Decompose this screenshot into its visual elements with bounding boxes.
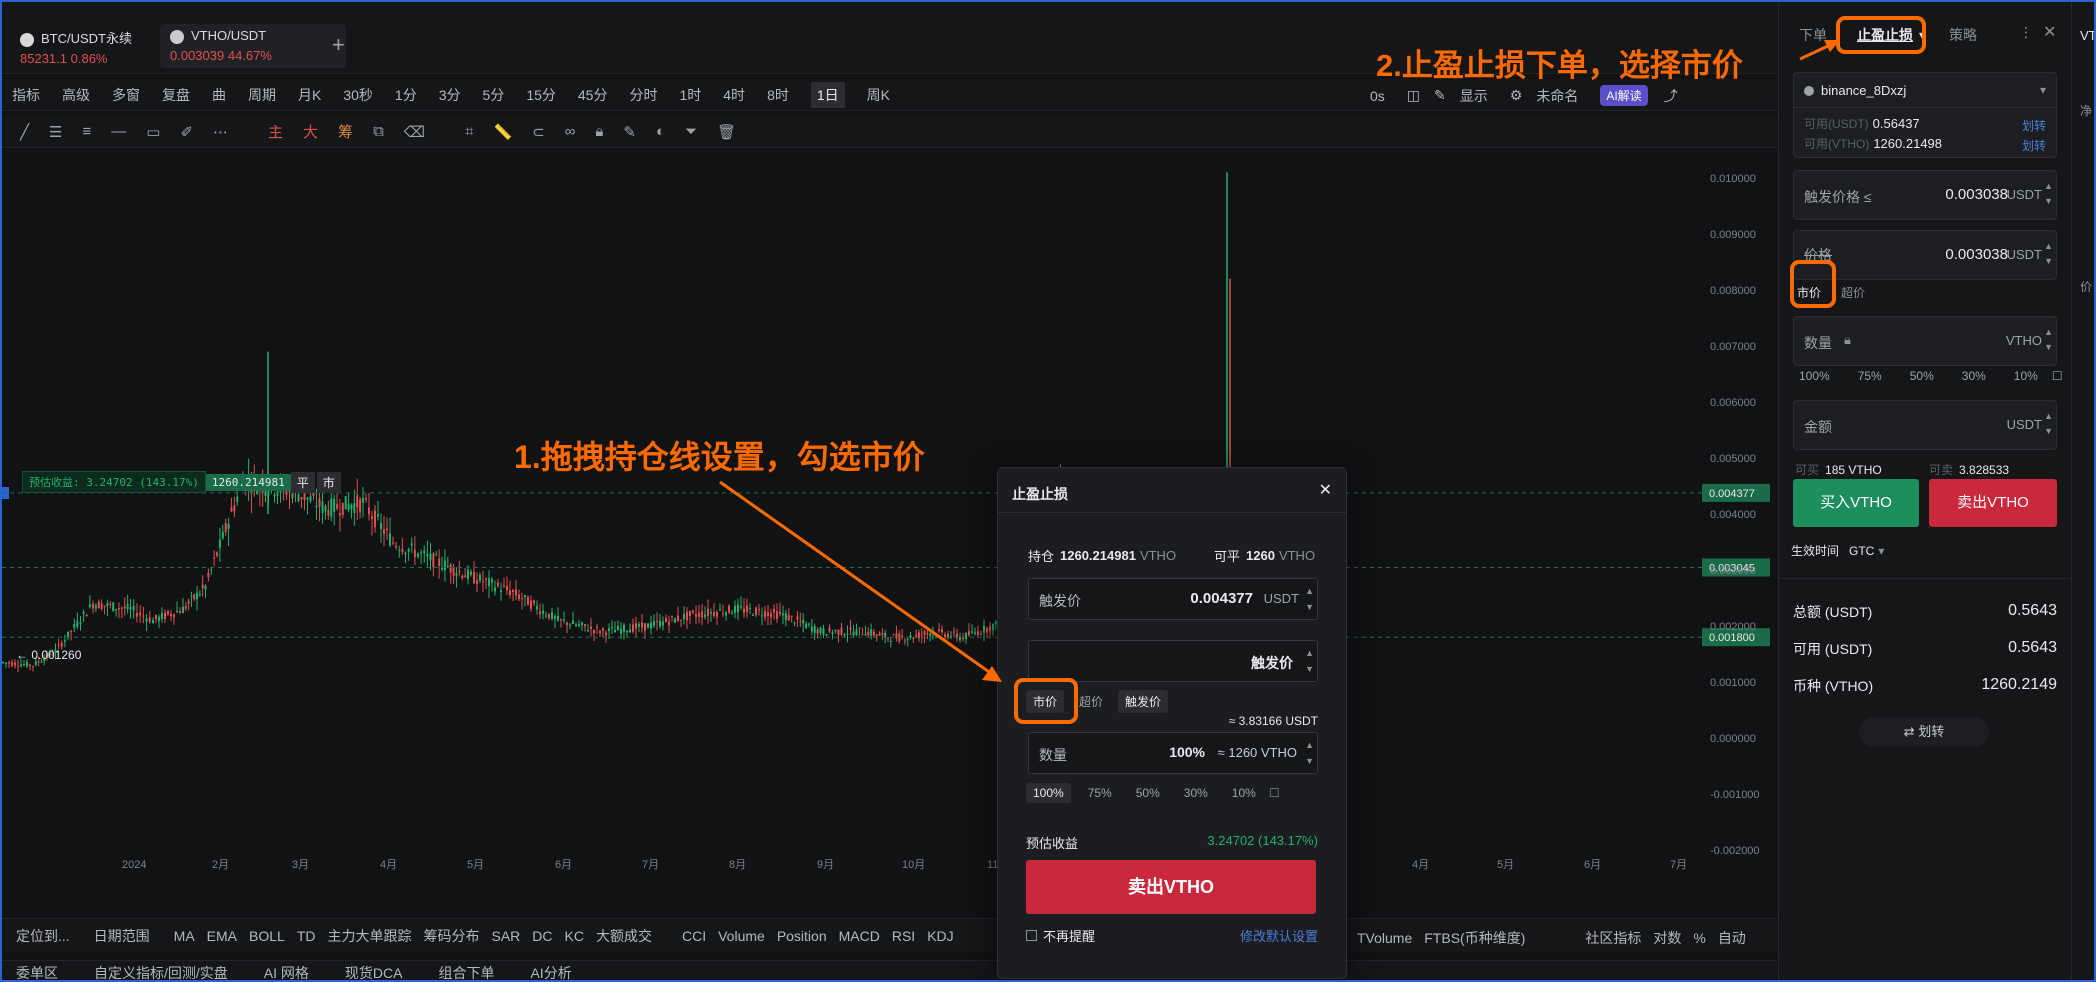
arrow-line (1799, 44, 1829, 61)
annotation-arrows (719, 40, 1840, 682)
app-window: BTC/USDT永续 85231.1 0.86% VTHO/USDT 0.003… (0, 0, 2096, 982)
highlight-ring (1014, 678, 1078, 724)
arrow-line (719, 480, 993, 676)
annotation-step2: 2.止盈止损下单，选择市价 (1376, 48, 1743, 83)
highlight-ring (1836, 16, 1926, 54)
annotation-step1: 1.拖拽持仓线设置，勾选市价 (514, 439, 925, 475)
highlight-ring (1790, 260, 1836, 308)
